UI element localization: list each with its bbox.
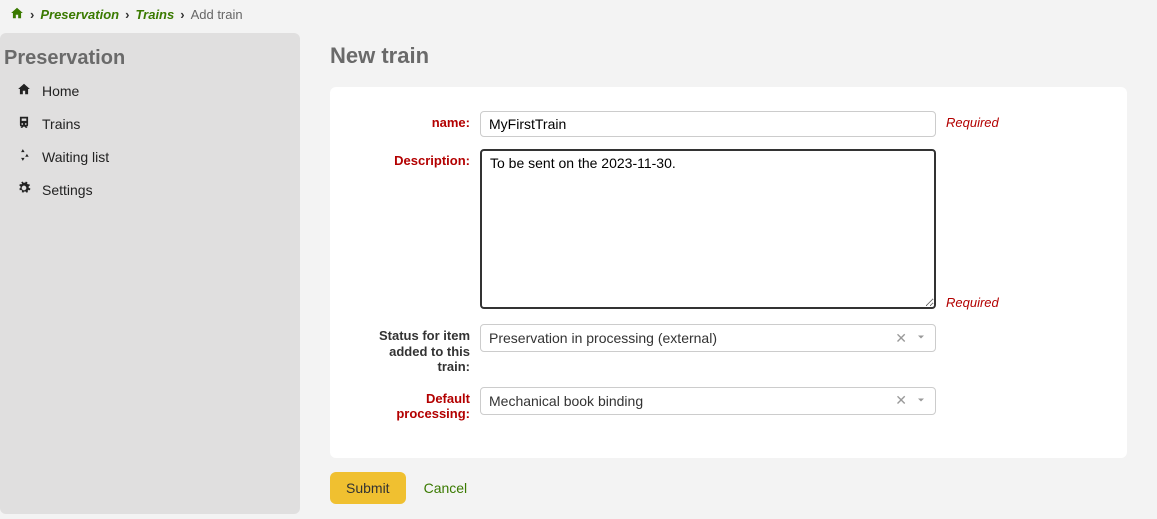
- sidebar-item-settings[interactable]: Settings: [0, 173, 300, 206]
- description-label: Description:: [360, 149, 480, 169]
- processing-select[interactable]: Mechanical book binding ✕: [480, 387, 936, 415]
- name-label: name:: [360, 111, 480, 131]
- breadcrumb-separator: ›: [180, 7, 184, 22]
- processing-label: Default processing:: [360, 387, 480, 422]
- recycle-icon: [16, 148, 32, 165]
- gear-icon: [16, 181, 32, 198]
- required-hint: Required: [946, 111, 999, 130]
- sidebar-item-label: Waiting list: [42, 149, 109, 165]
- home-icon[interactable]: [10, 6, 24, 23]
- sidebar-item-home[interactable]: Home: [0, 74, 300, 107]
- breadcrumb: › Preservation › Trains › Add train: [0, 0, 1157, 33]
- status-label: Status for item added to this train:: [360, 324, 480, 375]
- description-textarea[interactable]: [480, 149, 936, 309]
- breadcrumb-separator: ›: [30, 7, 34, 22]
- main-content: New train name: Required Description: Re…: [300, 33, 1157, 514]
- breadcrumb-link[interactable]: Preservation: [40, 7, 119, 22]
- name-input[interactable]: [480, 111, 936, 137]
- breadcrumb-active: Add train: [191, 7, 243, 22]
- sidebar-item-label: Home: [42, 83, 79, 99]
- sidebar: Preservation Home Trains Waiting list Se…: [0, 33, 300, 514]
- train-icon: [16, 115, 32, 132]
- page-title: New train: [330, 43, 1127, 69]
- sidebar-item-waiting-list[interactable]: Waiting list: [0, 140, 300, 173]
- clear-icon[interactable]: ✕: [895, 392, 907, 409]
- form-panel: name: Required Description: Required Sta…: [330, 87, 1127, 458]
- sidebar-title: Preservation: [0, 47, 300, 74]
- sidebar-item-trains[interactable]: Trains: [0, 107, 300, 140]
- breadcrumb-link[interactable]: Trains: [135, 7, 174, 22]
- processing-selected-value: Mechanical book binding: [489, 393, 643, 409]
- chevron-down-icon[interactable]: [915, 393, 927, 409]
- form-actions: Submit Cancel: [330, 472, 1127, 504]
- cancel-button[interactable]: Cancel: [424, 480, 468, 496]
- status-select[interactable]: Preservation in processing (external) ✕: [480, 324, 936, 352]
- home-icon: [16, 82, 32, 99]
- submit-button[interactable]: Submit: [330, 472, 406, 504]
- clear-icon[interactable]: ✕: [895, 330, 907, 347]
- sidebar-item-label: Trains: [42, 116, 80, 132]
- sidebar-item-label: Settings: [42, 182, 93, 198]
- status-selected-value: Preservation in processing (external): [489, 330, 717, 346]
- chevron-down-icon[interactable]: [915, 330, 927, 346]
- required-hint: Required: [946, 291, 999, 312]
- breadcrumb-separator: ›: [125, 7, 129, 22]
